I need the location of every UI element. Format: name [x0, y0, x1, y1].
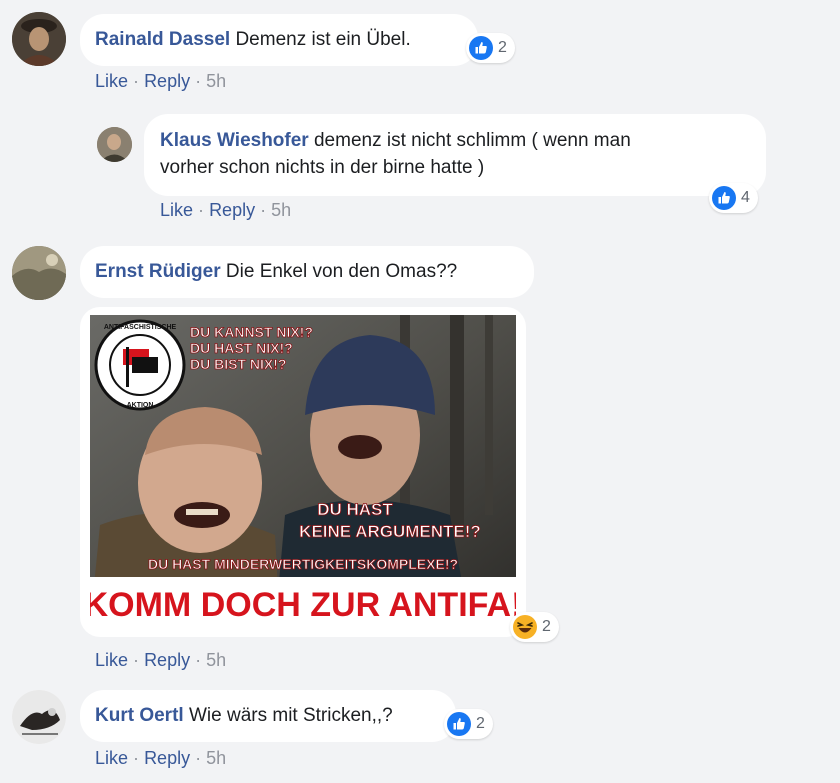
separator: ·	[133, 650, 140, 670]
meme-image: ANTIFASCHISTISCHE AKTION DU KANNST NIX!?…	[90, 315, 516, 627]
reaction-count-value: 2	[542, 618, 551, 635]
avatar[interactable]	[97, 127, 132, 162]
avatar[interactable]	[12, 12, 66, 66]
avatar[interactable]	[12, 246, 66, 300]
comment-actions: Like · Reply · 5h	[160, 200, 291, 221]
meme-text-top-1: DU KANNST NIX!?	[190, 324, 313, 340]
comment-author[interactable]: Kurt Oertl	[95, 705, 184, 726]
meme-text-top-2: DU HAST NIX!?	[190, 340, 293, 356]
comment-timestamp[interactable]: 5h	[271, 200, 291, 220]
comment-bubble: Ernst Rüdiger Die Enkel von den Omas??	[80, 246, 534, 298]
avatar[interactable]	[12, 690, 66, 744]
comment-actions: Like · Reply · 5h	[95, 71, 226, 92]
separator: ·	[195, 650, 202, 670]
reaction-count-value: 2	[498, 39, 507, 56]
meme-text-bottom: KOMM DOCH ZUR ANTIFA!	[90, 586, 516, 624]
like-reaction-icon	[712, 186, 736, 210]
haha-reaction-icon	[513, 615, 537, 639]
logo-top-text: ANTIFASCHISTISCHE	[104, 324, 177, 331]
comment-author[interactable]: Rainald Dassel	[95, 29, 230, 50]
logo-bottom-text: AKTION	[127, 402, 154, 409]
comment-text: demenz ist nicht schlimm ( wenn man	[313, 130, 631, 151]
separator: ·	[195, 748, 202, 768]
meme-text-top-3: DU BIST NIX!?	[190, 356, 286, 372]
comment-bubble: Klaus Wieshofer demenz ist nicht schlimm…	[144, 114, 766, 196]
meme-text-mid-2: KEINE ARGUMENTE!?	[299, 522, 481, 541]
reply-link[interactable]: Reply	[144, 650, 190, 670]
comment-timestamp[interactable]: 5h	[206, 650, 226, 670]
reply-link[interactable]: Reply	[144, 71, 190, 91]
comment-author[interactable]: Ernst Rüdiger	[95, 261, 221, 282]
like-link[interactable]: Like	[160, 200, 193, 220]
comment-image[interactable]: ANTIFASCHISTISCHE AKTION DU KANNST NIX!?…	[80, 307, 526, 637]
meme-text-low: DU HAST MINDERWERTIGKEITSKOMPLEXE!?	[148, 556, 458, 572]
antifa-logo: ANTIFASCHISTISCHE AKTION	[94, 319, 186, 411]
reaction-count[interactable]: 4	[709, 183, 758, 213]
reaction-count[interactable]: 2	[510, 612, 559, 642]
comment-text: Die Enkel von den Omas??	[225, 261, 458, 282]
comment-text: Demenz ist ein Übel.	[235, 29, 411, 50]
separator: ·	[133, 748, 140, 768]
like-link[interactable]: Like	[95, 71, 128, 91]
reaction-count-value: 2	[476, 715, 485, 732]
separator: ·	[260, 200, 267, 220]
comment-timestamp[interactable]: 5h	[206, 71, 226, 91]
like-link[interactable]: Like	[95, 650, 128, 670]
like-reaction-icon	[447, 712, 471, 736]
comment-actions: Like · Reply · 5h	[95, 650, 226, 671]
comment-author[interactable]: Klaus Wieshofer	[160, 130, 309, 151]
reaction-count[interactable]: 2	[444, 709, 493, 739]
separator: ·	[195, 71, 202, 91]
comment-bubble: Kurt Oertl Wie wärs mit Stricken,,?	[80, 690, 456, 742]
comment-bubble: Rainald Dassel Demenz ist ein Übel.	[80, 14, 478, 66]
comment-text: Wie wärs mit Stricken,,?	[188, 705, 393, 726]
reply-link[interactable]: Reply	[144, 748, 190, 768]
comment-text-continued: vorher schon nichts in der birne hatte )	[160, 157, 485, 178]
like-link[interactable]: Like	[95, 748, 128, 768]
like-reaction-icon	[469, 36, 493, 60]
reaction-count[interactable]: 2	[466, 33, 515, 63]
meme-text-mid-1: DU HAST	[317, 500, 393, 519]
separator: ·	[198, 200, 205, 220]
reply-link[interactable]: Reply	[209, 200, 255, 220]
comment-timestamp[interactable]: 5h	[206, 748, 226, 768]
reaction-count-value: 4	[741, 189, 750, 206]
separator: ·	[133, 71, 140, 91]
comment-actions: Like · Reply · 5h	[95, 748, 226, 769]
